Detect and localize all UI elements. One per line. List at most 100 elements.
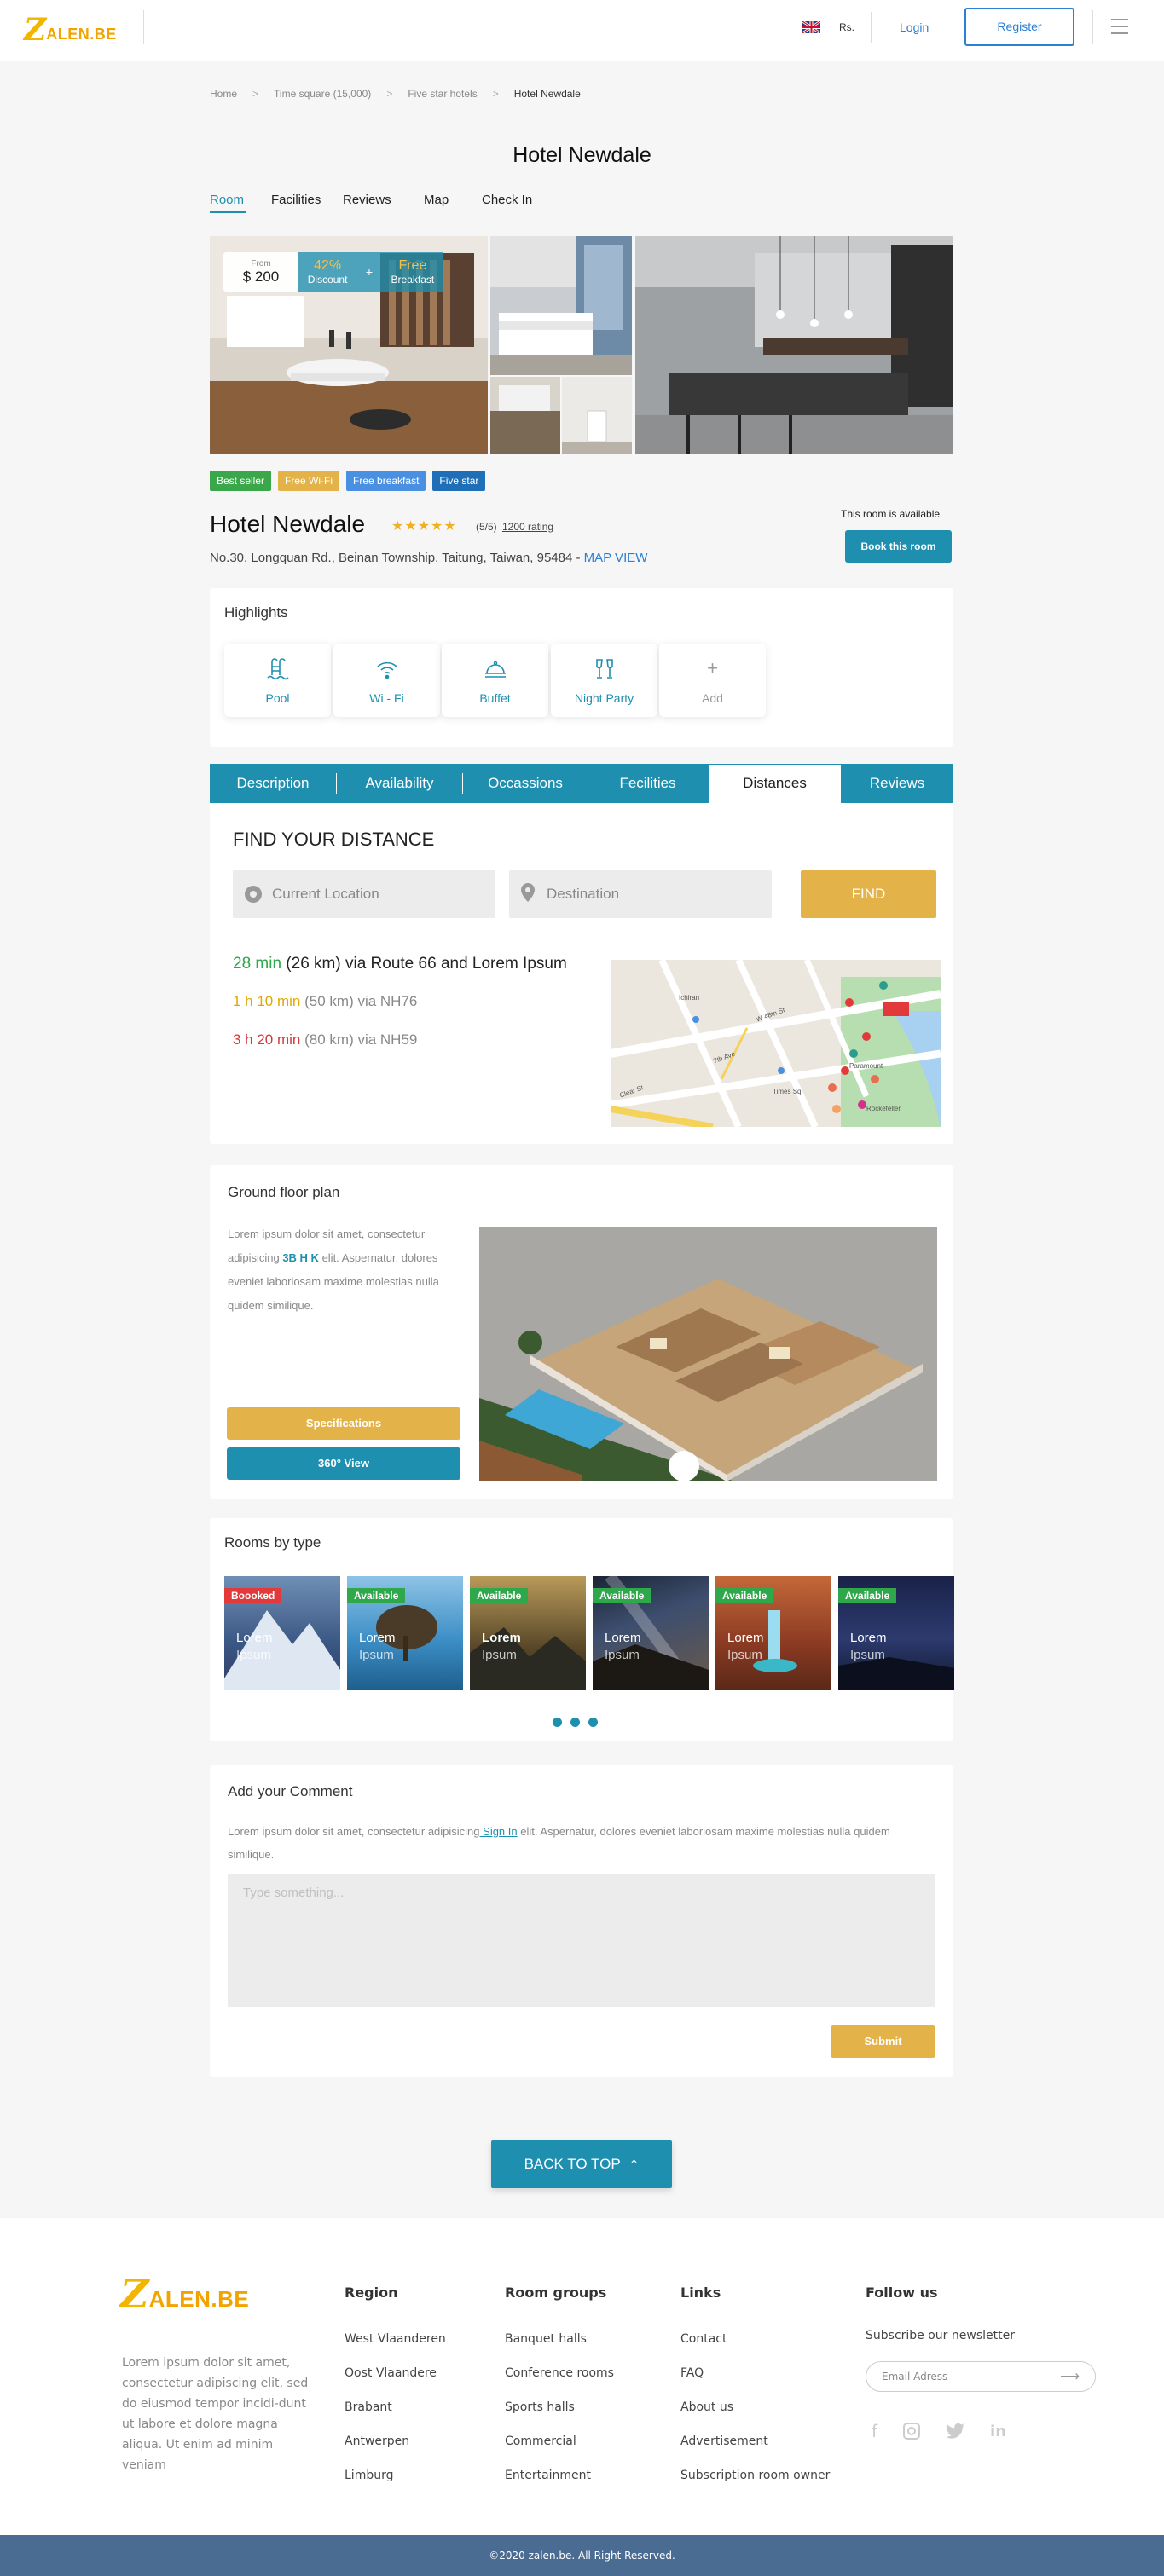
subnav-room[interactable]: Room (210, 193, 244, 207)
submit-comment-button[interactable]: Submit (831, 2025, 935, 2058)
footer-link[interactable]: FAQ (680, 2366, 704, 2380)
highlight-add-label: Add (702, 691, 723, 705)
tab-distances[interactable]: Distances (708, 764, 842, 803)
gallery-image-bath[interactable] (490, 377, 560, 454)
arrow-right-icon[interactable]: ⟶ (1060, 2368, 1080, 2385)
carousel-dot[interactable] (553, 1718, 562, 1727)
footer-link[interactable]: Advertisement (680, 2434, 768, 2448)
tab-availability[interactable]: Availability (337, 764, 462, 803)
breadcrumb-item[interactable]: Home (210, 88, 237, 100)
footer-link[interactable]: Entertainment (505, 2469, 591, 2482)
footer-about-text: Lorem ipsum dolor sit amet, consectetur … (122, 2356, 309, 2472)
floor-plan-image[interactable] (479, 1227, 937, 1481)
room-card[interactable]: Available Lorem Ipsum (470, 1576, 586, 1690)
currency-selector[interactable]: Rs. (839, 21, 854, 33)
footer-link[interactable]: Oost Vlaandere (345, 2366, 437, 2380)
room-card[interactable]: Available Lorem Ipsum (347, 1576, 463, 1690)
carousel-dot[interactable] (570, 1718, 580, 1727)
sign-in-link[interactable]: Sign In (480, 1825, 517, 1838)
highlight-pool[interactable]: Pool (224, 644, 331, 717)
room-card[interactable]: Boooked Lorem Ipsum (224, 1576, 340, 1690)
carousel-dots (553, 1718, 598, 1727)
uk-flag-icon[interactable] (802, 20, 821, 35)
destination-placeholder: Destination (547, 886, 620, 902)
breadcrumb-item[interactable]: Five star hotels (408, 88, 477, 100)
back-to-top-button[interactable]: BACK TO TOP ⌃ (491, 2140, 672, 2188)
destination-input[interactable]: Destination (509, 870, 772, 918)
footer-link[interactable]: Limburg (345, 2469, 393, 2482)
footer-link[interactable]: Subscription room owner (680, 2469, 830, 2482)
subnav-check-in[interactable]: Check In (482, 193, 532, 207)
footer-link[interactable]: Contact (680, 2332, 727, 2346)
footer-link[interactable]: Brabant (345, 2400, 392, 2414)
breadcrumb-item[interactable]: Time square (15,000) (274, 88, 371, 100)
rooms-carousel: Boooked Lorem Ipsum Available Lorem Ipsu… (224, 1576, 954, 1690)
specifications-button[interactable]: Specifications (227, 1407, 460, 1440)
login-link[interactable]: Login (900, 20, 929, 34)
room-badge: Available (470, 1588, 529, 1603)
current-location-input[interactable]: Current Location (233, 870, 495, 918)
footer-link[interactable]: About us (680, 2400, 733, 2414)
highlight-wifi[interactable]: Wi - Fi (333, 644, 440, 717)
room-card[interactable]: Available Lorem Ipsum (715, 1576, 831, 1690)
footer-links-title: Links (680, 2284, 721, 2301)
distance-map[interactable]: Clear St Ichiran W 48th St 7th Ave Times… (611, 960, 941, 1127)
room-badge: Available (715, 1588, 774, 1603)
linkedin-icon[interactable]: in (990, 2423, 1006, 2440)
subnav-facilities[interactable]: Facilities (271, 193, 321, 207)
carousel-dot[interactable] (588, 1718, 598, 1727)
room-subtitle: Ipsum (236, 1648, 271, 1662)
comment-description: Lorem ipsum dolor sit amet, consectetur … (228, 1820, 927, 1866)
info-tabs: Description Availability Occassions Feci… (210, 764, 953, 803)
twitter-icon[interactable] (946, 2423, 965, 2439)
map-label: Times Sq (773, 1088, 802, 1095)
view-360-button[interactable]: 360° View (227, 1447, 460, 1480)
footer-link[interactable]: Conference rooms (505, 2366, 614, 2380)
highlights-title: Highlights (224, 604, 288, 621)
book-room-button[interactable]: Book this room (845, 530, 952, 563)
comment-textarea[interactable]: Type something... (228, 1874, 935, 2007)
highlight-buffet[interactable]: Buffet (442, 644, 548, 717)
room-badge: Available (593, 1588, 651, 1603)
map-view-link[interactable]: MAP VIEW (584, 551, 648, 565)
tab-fecilities[interactable]: Fecilities (588, 764, 708, 803)
breadcrumb-separator: > (386, 88, 393, 100)
newsletter-email-input[interactable]: Email Adress ⟶ (866, 2361, 1096, 2392)
price-from-label: From (251, 259, 271, 269)
room-title: Lorem (605, 1631, 641, 1645)
subnav-reviews[interactable]: Reviews (343, 193, 391, 207)
footer-logo[interactable]: Z ALEN.BE (120, 2271, 249, 2317)
room-card[interactable]: Available Lorem Ipsum (838, 1576, 954, 1690)
instagram-icon[interactable] (903, 2423, 921, 2440)
footer-link[interactable]: Commercial (505, 2434, 576, 2448)
subnav-map[interactable]: Map (424, 193, 449, 207)
room-title: Lorem (482, 1631, 521, 1645)
gallery-image-kitchen[interactable] (635, 236, 953, 454)
current-location-placeholder: Current Location (272, 886, 379, 902)
room-badge: Boooked (224, 1588, 282, 1603)
gallery-image-bedroom[interactable] (490, 236, 632, 375)
footer-link[interactable]: West Vlaanderen (345, 2332, 446, 2346)
room-subtitle: Ipsum (605, 1648, 640, 1662)
facebook-icon[interactable]: f (872, 2421, 877, 2441)
gallery-image-toilet[interactable] (562, 377, 632, 454)
tab-description[interactable]: Description (210, 764, 336, 803)
room-card[interactable]: Available Lorem Ipsum (593, 1576, 709, 1690)
highlight-add[interactable]: + Add (659, 644, 766, 717)
hotel-name: Hotel Newdale (210, 511, 366, 537)
tab-occassions[interactable]: Occassions (463, 764, 588, 803)
pool-icon (265, 656, 291, 686)
footer-link[interactable]: Sports halls (505, 2400, 575, 2414)
footer-link[interactable]: Antwerpen (345, 2434, 409, 2448)
logo[interactable]: Z ALEN.BE (24, 12, 117, 48)
breadcrumb-separator: > (492, 88, 499, 100)
highlight-night-party[interactable]: Night Party (551, 644, 657, 717)
find-button[interactable]: FIND (801, 870, 936, 918)
copyright-bar: ©2020 zalen.be. All Right Reserved. (0, 2535, 1164, 2576)
register-button[interactable]: Register (964, 8, 1074, 46)
menu-icon[interactable] (1111, 19, 1128, 34)
free-label: Breakfast (391, 274, 435, 286)
rating-count-link[interactable]: 1200 rating (502, 521, 553, 533)
footer-link[interactable]: Banquet halls (505, 2332, 587, 2346)
tab-reviews[interactable]: Reviews (842, 764, 953, 803)
